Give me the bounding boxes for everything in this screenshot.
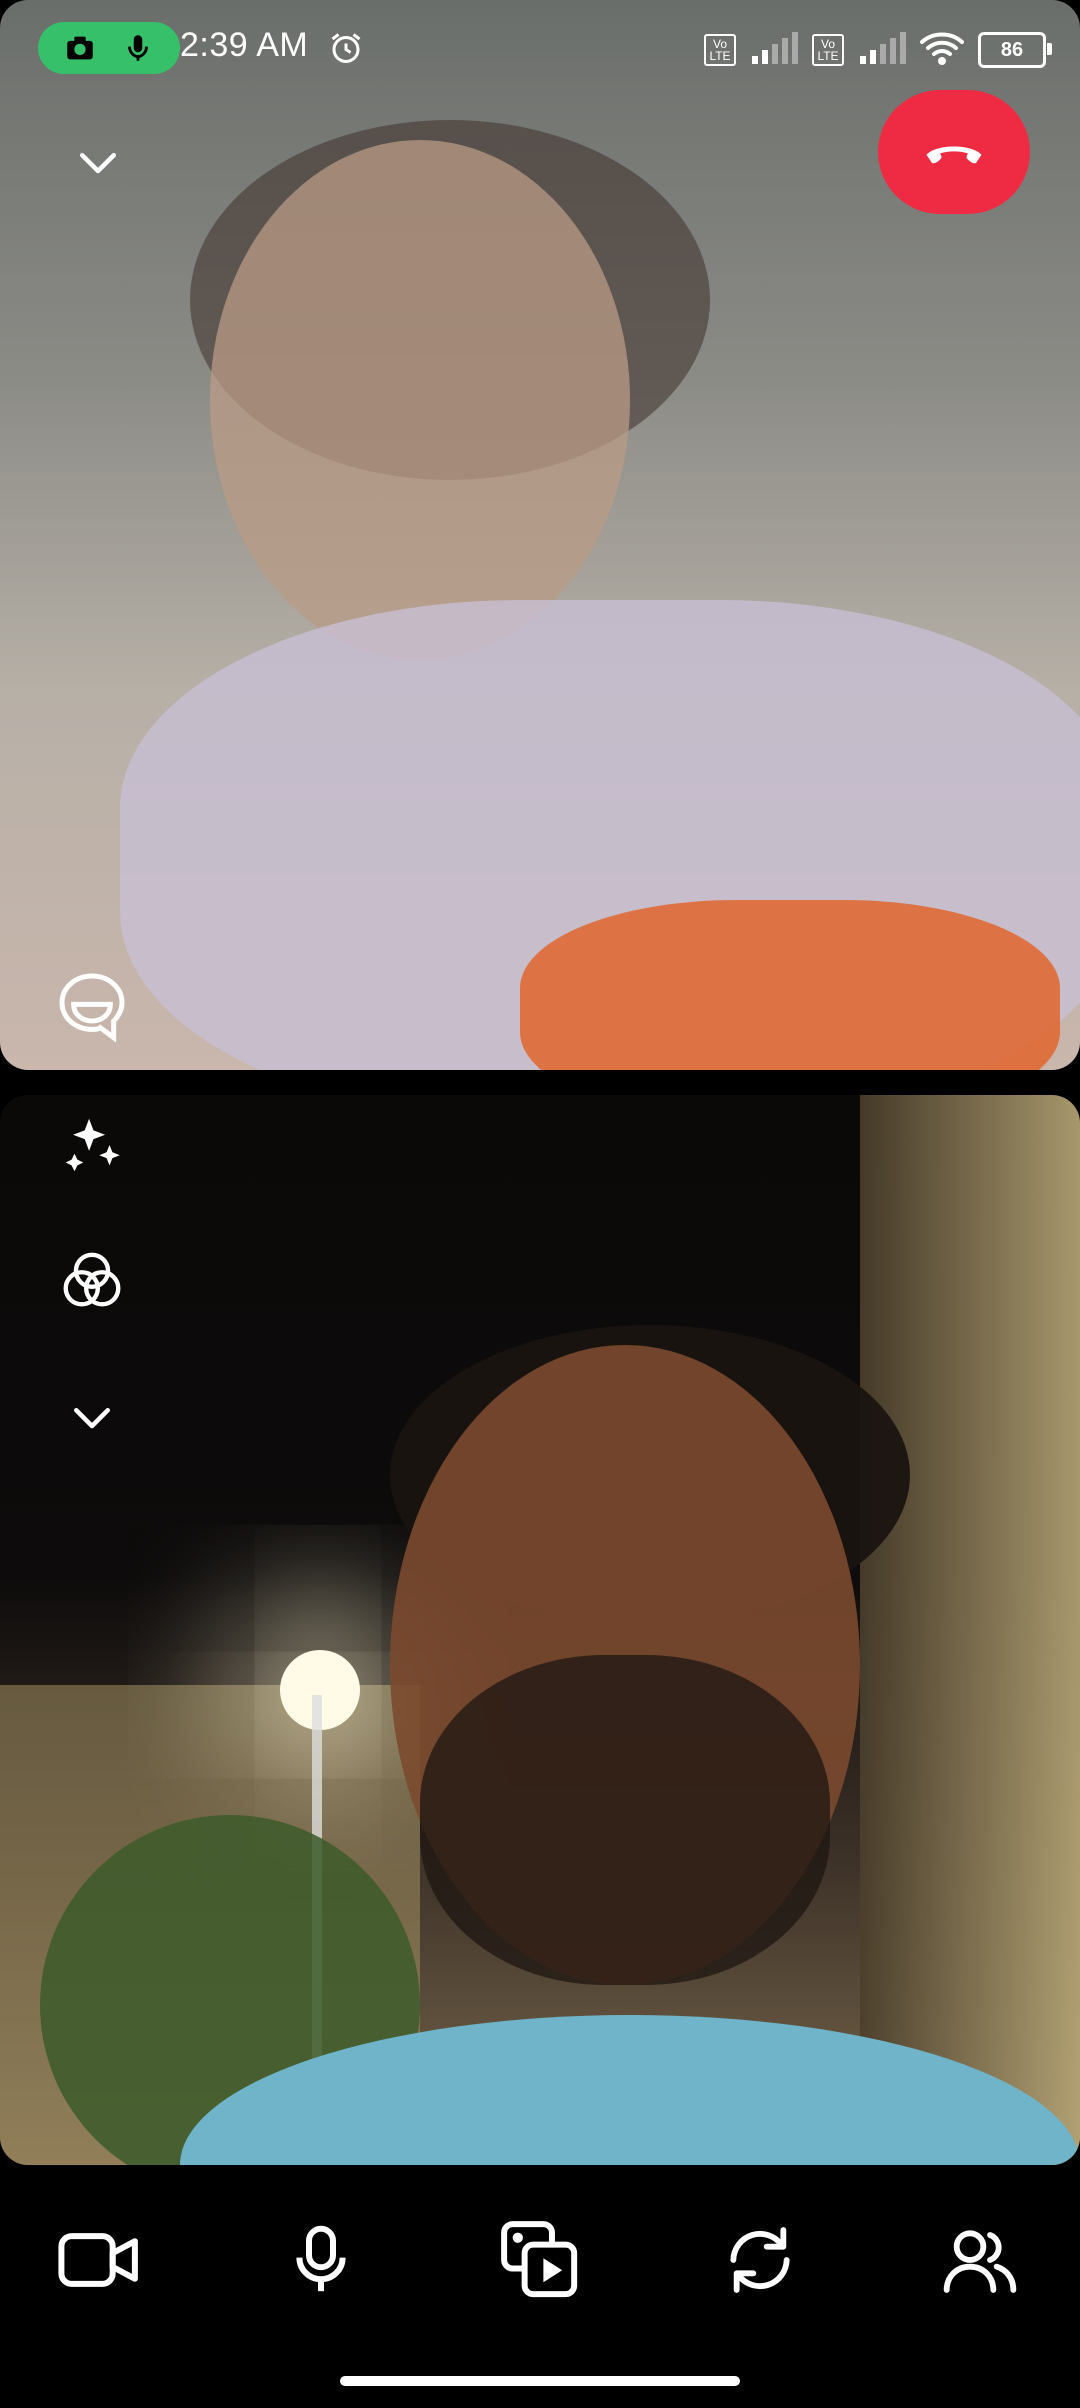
remote-object xyxy=(520,900,1060,1070)
recording-indicator xyxy=(38,22,180,74)
participants-icon xyxy=(943,2230,1017,2293)
signal-strength-icon xyxy=(750,30,798,71)
switch-camera-icon xyxy=(730,2227,790,2293)
home-indicator[interactable] xyxy=(340,2376,740,2386)
wifi-icon xyxy=(920,28,964,73)
battery-indicator: 86 xyxy=(978,32,1052,68)
flip-camera-button[interactable] xyxy=(705,2210,815,2310)
sim2-volte-badge: Vo LTE xyxy=(812,34,844,66)
background-building-right xyxy=(860,1095,1080,2165)
effects-toolbar xyxy=(52,1105,132,1513)
microphone-icon xyxy=(128,35,149,61)
filters-button[interactable] xyxy=(52,1241,132,1321)
chat-bubble-icon xyxy=(59,973,125,1043)
toggle-video-button[interactable] xyxy=(44,2210,154,2310)
signal-strength-icon xyxy=(858,30,906,71)
remote-face xyxy=(210,140,630,660)
local-video xyxy=(0,1095,1080,2165)
chevron-down-icon xyxy=(80,153,116,174)
chevron-down-icon xyxy=(74,1408,110,1429)
local-beard xyxy=(420,1655,830,1985)
color-filter-icon xyxy=(63,1252,121,1307)
effects-button[interactable] xyxy=(52,1105,132,1185)
share-media-button[interactable] xyxy=(485,2210,595,2310)
status-bar: 2:39 AM Vo LTE Vo LTE 86 xyxy=(0,0,1080,96)
remote-video xyxy=(0,0,1080,1070)
collapse-call-button[interactable] xyxy=(66,130,130,194)
sim1-volte-badge: Vo LTE xyxy=(704,34,736,66)
phone-hangup-icon xyxy=(926,146,982,164)
call-controls xyxy=(0,2165,1080,2408)
clock: 2:39 AM xyxy=(180,26,309,64)
camera-icon xyxy=(66,36,93,60)
alarm-icon xyxy=(331,33,361,63)
end-call-button[interactable] xyxy=(878,90,1030,214)
system-icons: Vo LTE Vo LTE 86 xyxy=(704,28,1052,73)
microphone-icon xyxy=(296,2225,346,2292)
toggle-microphone-button[interactable] xyxy=(266,2210,376,2310)
video-camera-icon xyxy=(58,2233,138,2287)
more-tools-button[interactable] xyxy=(52,1377,132,1457)
media-share-icon xyxy=(501,2221,578,2298)
participants-button[interactable] xyxy=(925,2210,1035,2310)
chat-button[interactable] xyxy=(52,966,132,1046)
sparkles-icon xyxy=(65,1118,120,1172)
